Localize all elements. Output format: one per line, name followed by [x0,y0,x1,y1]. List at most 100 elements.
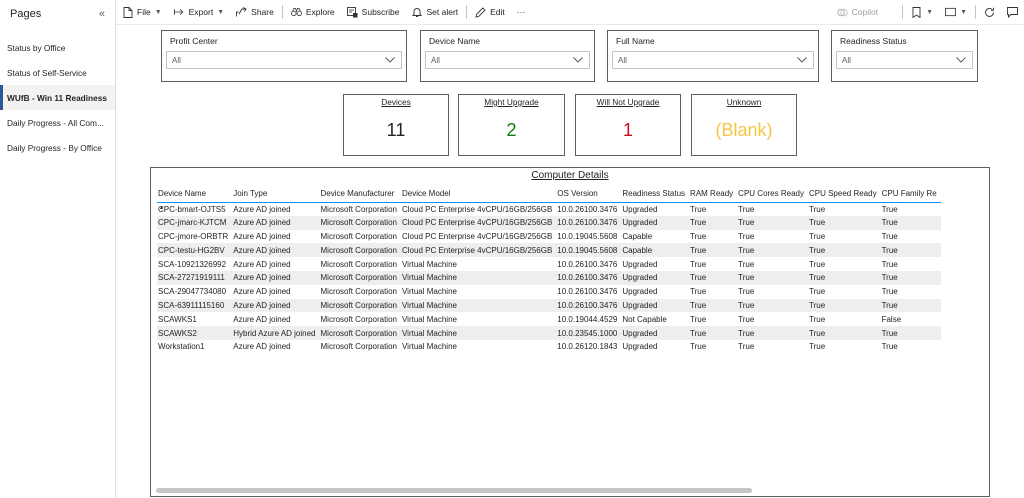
full-name-dropdown[interactable]: All [612,51,814,69]
chevron-down-icon: ▼ [960,8,967,16]
card-value: 11 [386,120,406,140]
table-row[interactable]: CPC-bmart-OJTS5 Azure AD joined Microsoft … [157,202,941,216]
more-options-button[interactable]: ··· [511,0,532,25]
edit-button[interactable]: Edit [469,0,511,25]
share-button[interactable]: Share [230,0,280,25]
table-cell: 10.0.26100.3476 [557,204,618,214]
table-cell: True [738,314,755,324]
table-cell: True [738,245,755,255]
table-cell: True [738,300,755,310]
toolbar-divider [281,5,283,19]
device-name-dropdown[interactable]: All [425,51,590,69]
slicer-value: All [431,55,440,65]
table-cell: 10.0.26100.3476 [557,259,618,269]
might-upgrade-card[interactable]: Might Upgrade 2 [458,94,565,156]
table-cell: Virtual Machine [401,314,457,324]
column-header[interactable]: Device Model [401,185,556,202]
column-header[interactable]: RAM Ready [689,185,737,202]
table-row[interactable]: Workstation1 Azure AD joined Microsoft Cor… [157,340,941,354]
chevron-down-icon [956,56,966,65]
table-cell: True [808,231,826,241]
file-menu-button[interactable]: File ▼ [116,0,168,25]
copilot-button[interactable]: Copilot [831,0,884,25]
table-cell: Cloud PC Enterprise 4vCPU/16GB/256GB [401,204,553,214]
table-cell: CPC-jmore-ORBTR [158,231,229,241]
toolbar-divider [902,5,904,19]
table-cell: Upgraded [622,287,658,297]
table-cell: Microsoft Corporation [320,231,397,241]
readiness-status-slicer: Readiness Status All [831,30,978,82]
table-row[interactable]: SCA-10921326992 Azure AD joined Microsoft … [157,257,941,271]
file-label: File [137,7,151,17]
column-header[interactable]: CPU Family Re [881,185,941,202]
table-cell: SCAWKS2 [158,328,197,338]
readiness-status-dropdown[interactable]: All [836,51,973,69]
devices-card[interactable]: Devices 11 [343,94,449,156]
page-item-daily-progress-office[interactable]: Daily Progress - By Office [0,135,115,160]
refresh-icon [984,7,995,18]
table-cell: Microsoft Corporation [320,204,397,214]
table-cell: Microsoft Corporation [320,273,397,283]
horizontal-scrollbar[interactable] [156,488,752,493]
card-title: Will Not Upgrade [596,97,660,107]
table-cell: 10.0.26100.3476 [557,287,618,297]
chevron-down-icon [385,56,395,65]
column-header[interactable]: Readiness Status [621,185,689,202]
unknown-card[interactable]: Unknown (Blank) [691,94,797,156]
refresh-button[interactable] [978,0,1001,25]
table-cell: Microsoft Corporation [320,245,397,255]
sort-ascending-icon: ▲ [159,205,164,211]
table-cell: Azure AD joined [233,273,291,283]
table-row[interactable]: SCA-29047734080 Azure AD joined Microsoft … [157,285,941,299]
column-header[interactable]: Device Name [157,185,232,202]
table-row[interactable]: SCA-27271919111 Azure AD joined Microsoft … [157,270,941,285]
table-cell: Azure AD joined [233,231,291,241]
table-cell: SCA-27271919111 [158,273,225,283]
bookmark-menu-button[interactable]: ▼ [905,0,939,25]
table-row[interactable]: CPC-jmarc-KJTCM Azure AD joined Microsoft … [157,215,941,230]
subscribe-button[interactable]: Subscribe [341,0,406,25]
table-cell: Upgraded [622,342,658,352]
table-row[interactable]: CPC-testu-HG2BV Azure AD joined Microsoft … [157,243,941,258]
table-cell: Capable [622,231,653,241]
set-alert-button[interactable]: Set alert [405,0,464,25]
table-cell: Microsoft Corporation [320,328,397,338]
column-header[interactable]: Join Type [232,185,319,202]
chevron-down-icon: ▼ [926,8,934,16]
column-header[interactable]: CPU Cores Ready [737,185,808,202]
card-value: 1 [622,120,633,140]
table-row[interactable]: SCA-63911115160 Azure AD joined Microsoft … [157,298,941,313]
table-cell: True [690,204,707,214]
export-label: Export [188,7,214,17]
column-header[interactable]: Device Manufacturer [320,185,401,202]
binoculars-icon [290,7,302,18]
table-cell: True [690,314,707,324]
explore-button[interactable]: Explore [285,0,341,25]
collapse-pane-icon[interactable]: « [99,8,105,20]
page-item-daily-progress-all[interactable]: Daily Progress - All Com... [0,110,115,135]
table-cell: Capable [622,245,653,255]
table-cell: True [808,287,826,297]
comment-icon [1007,6,1018,18]
export-menu-button[interactable]: Export ▼ [168,0,231,25]
table-cell: True [808,314,826,324]
view-menu-button[interactable]: ▼ [939,0,973,25]
table-cell: True [690,259,707,269]
profit-center-dropdown[interactable]: All [166,51,402,69]
table-cell: True [808,273,826,283]
table-row[interactable]: SCAWKS2 Hybrid Azure AD joined Microsoft C… [157,326,941,340]
table-cell: Upgraded [622,273,658,283]
table-row[interactable]: SCAWKS1 Azure AD joined Microsoft Corporat… [157,312,941,326]
column-header[interactable]: OS Version [556,185,621,202]
slicer-label: Device Name [429,36,481,46]
page-item-status-by-office[interactable]: Status by Office [0,35,115,60]
page-item-wufb-win11-readiness[interactable]: WUfB - Win 11 Readiness [0,85,115,110]
will-not-upgrade-card[interactable]: Will Not Upgrade 1 [575,94,681,156]
page-item-status-self-service[interactable]: Status of Self-Service [0,60,115,85]
comments-button[interactable] [1001,0,1024,25]
table-cell: Not Capable [622,314,667,324]
column-header[interactable]: CPU Speed Ready [808,185,881,202]
table-cell: Virtual Machine [401,300,457,310]
table-row[interactable]: CPC-jmore-ORBTR Azure AD joined Microsoft … [157,230,941,244]
table-cell: Upgraded [622,328,658,338]
